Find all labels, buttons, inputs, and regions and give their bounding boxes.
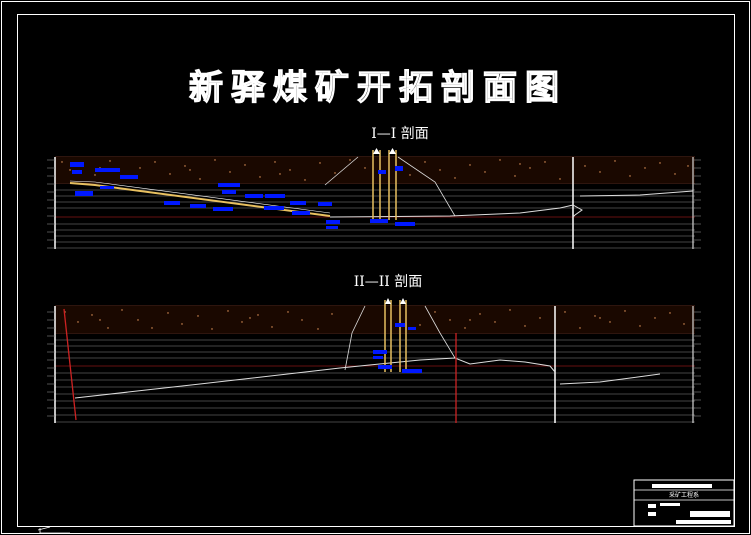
title-block [633, 479, 735, 527]
section-1-profile [47, 148, 701, 249]
section-1-label: I—I 剖面 [371, 126, 429, 142]
section-2-label: II—II 剖面 [354, 274, 423, 290]
ucs-axis-icon [37, 526, 70, 534]
drawing-title: 新驿煤矿开拓剖面图 [189, 68, 567, 108]
title-block-heading: 采矿工程系 [669, 491, 699, 499]
section-2-profile [47, 298, 701, 423]
cad-drawing-canvas: 新驿煤矿开拓剖面图 I—I 剖面 II—II 剖面 采矿工程系 [1, 1, 750, 534]
